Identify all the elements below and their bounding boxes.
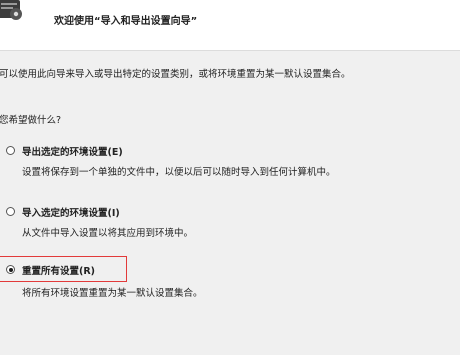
reset-settings-label[interactable]: 重置所有设置(R) xyxy=(22,263,95,277)
reset-settings-description: 将所有环境设置重置为某一默认设置集合。 xyxy=(22,288,203,299)
export-settings-description: 设置将保存到一个单独的文件中，以便以后可以随时导入到任何计算机中。 xyxy=(22,167,336,178)
import-settings-label[interactable]: 导入选定的环境设置(I) xyxy=(22,205,120,219)
import-settings-radio[interactable] xyxy=(6,207,15,216)
import-settings-description: 从文件中导入设置以将其应用到环境中。 xyxy=(22,228,194,239)
question-text: 您希望做什么? xyxy=(0,115,62,126)
export-settings-label[interactable]: 导出选定的环境设置(E) xyxy=(22,144,123,158)
intro-text: 可以使用此向导来导入或导出特定的设置类别，或将环境重置为某一默认设置集合。 xyxy=(0,69,351,80)
export-settings-radio[interactable] xyxy=(6,146,15,155)
wizard-icon xyxy=(0,0,22,20)
wizard-title: 欢迎使用“导入和导出设置向导” xyxy=(54,16,198,27)
wizard-header: 欢迎使用“导入和导出设置向导” xyxy=(0,0,460,51)
reset-settings-radio[interactable] xyxy=(6,265,15,274)
